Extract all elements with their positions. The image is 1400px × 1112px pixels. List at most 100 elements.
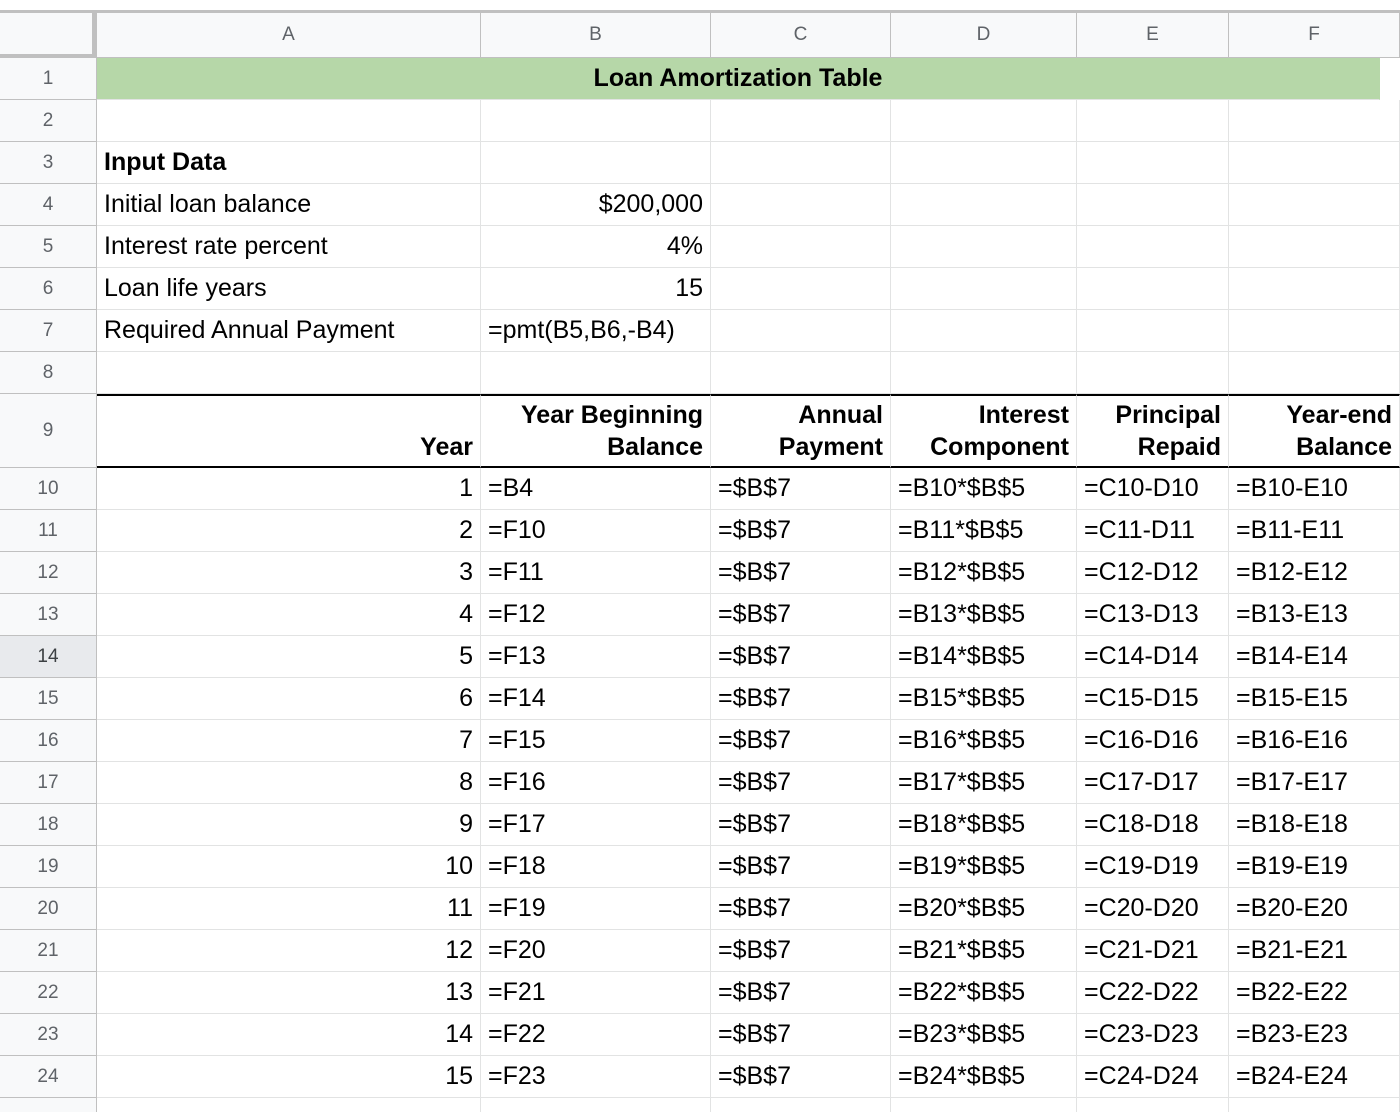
- formula-cell[interactable]: =C10-D10: [1077, 468, 1229, 510]
- formula-cell[interactable]: =$B$7: [711, 972, 891, 1014]
- cell[interactable]: [891, 268, 1077, 310]
- input-value[interactable]: $200,000: [481, 184, 711, 226]
- row-header-2[interactable]: 2: [0, 100, 97, 142]
- cell[interactable]: [711, 1098, 891, 1112]
- year-cell[interactable]: 9: [97, 804, 481, 846]
- table-header[interactable]: Annual Payment: [711, 394, 891, 468]
- cell[interactable]: [1077, 142, 1229, 184]
- input-label[interactable]: Loan life years: [97, 268, 481, 310]
- row-header-16[interactable]: 16: [0, 720, 97, 762]
- formula-cell[interactable]: =B16*$B$5: [891, 720, 1077, 762]
- formula-cell[interactable]: =B15-E15: [1229, 678, 1400, 720]
- formula-cell[interactable]: =$B$7: [711, 888, 891, 930]
- formula-cell[interactable]: =F14: [481, 678, 711, 720]
- row-header-10[interactable]: 10: [0, 468, 97, 510]
- formula-cell[interactable]: =B14-E14: [1229, 636, 1400, 678]
- formula-cell[interactable]: =B10*$B$5: [891, 468, 1077, 510]
- formula-cell[interactable]: =F19: [481, 888, 711, 930]
- cell[interactable]: [1077, 268, 1229, 310]
- formula-cell[interactable]: =C23-D23: [1077, 1014, 1229, 1056]
- formula-cell[interactable]: =F11: [481, 552, 711, 594]
- cell[interactable]: [1077, 352, 1229, 394]
- formula-cell[interactable]: =C14-D14: [1077, 636, 1229, 678]
- cell[interactable]: [1229, 352, 1400, 394]
- row-header-1[interactable]: 1: [0, 58, 97, 100]
- formula-cell[interactable]: =B13*$B$5: [891, 594, 1077, 636]
- row-header-5[interactable]: 5: [0, 226, 97, 268]
- year-cell[interactable]: 15: [97, 1056, 481, 1098]
- cell[interactable]: [1229, 142, 1400, 184]
- formula-cell[interactable]: =F21: [481, 972, 711, 1014]
- row-header-13[interactable]: 13: [0, 594, 97, 636]
- cell[interactable]: [891, 310, 1077, 352]
- formula-cell[interactable]: =$B$7: [711, 1056, 891, 1098]
- formula-cell[interactable]: =B14*$B$5: [891, 636, 1077, 678]
- year-cell[interactable]: 14: [97, 1014, 481, 1056]
- formula-cell[interactable]: =$B$7: [711, 720, 891, 762]
- formula-cell[interactable]: =B12*$B$5: [891, 552, 1077, 594]
- formula-cell[interactable]: =F18: [481, 846, 711, 888]
- formula-cell[interactable]: =C13-D13: [1077, 594, 1229, 636]
- cell[interactable]: [97, 352, 481, 394]
- formula-cell[interactable]: =B24*$B$5: [891, 1056, 1077, 1098]
- formula-cell[interactable]: =C22-D22: [1077, 972, 1229, 1014]
- year-cell[interactable]: 4: [97, 594, 481, 636]
- spreadsheet-grid[interactable]: A B C D E F 1 Loan Amortization Table 2 3 Input Da…: [0, 13, 1400, 1112]
- row-header-4[interactable]: 4: [0, 184, 97, 226]
- formula-cell[interactable]: =F23: [481, 1056, 711, 1098]
- row-header-7[interactable]: 7: [0, 310, 97, 352]
- table-header[interactable]: Year Beginning Balance: [481, 394, 711, 468]
- year-cell[interactable]: 3: [97, 552, 481, 594]
- formula-cell[interactable]: =$B$7: [711, 510, 891, 552]
- formula-cell[interactable]: =B16-E16: [1229, 720, 1400, 762]
- cell[interactable]: [891, 226, 1077, 268]
- formula-cell[interactable]: =B23-E23: [1229, 1014, 1400, 1056]
- formula-cell[interactable]: =B13-E13: [1229, 594, 1400, 636]
- cell[interactable]: [1229, 268, 1400, 310]
- cell[interactable]: [891, 142, 1077, 184]
- cell[interactable]: [711, 184, 891, 226]
- formula-cell[interactable]: =C11-D11: [1077, 510, 1229, 552]
- formula-cell[interactable]: =$B$7: [711, 468, 891, 510]
- row-header-21[interactable]: 21: [0, 930, 97, 972]
- formula-cell[interactable]: =F16: [481, 762, 711, 804]
- row-header-11[interactable]: 11: [0, 510, 97, 552]
- cell[interactable]: [1229, 100, 1400, 142]
- formula-cell[interactable]: =$B$7: [711, 636, 891, 678]
- row-header-22[interactable]: 22: [0, 972, 97, 1014]
- title-cell[interactable]: Loan Amortization Table: [97, 58, 1380, 100]
- input-value[interactable]: 4%: [481, 226, 711, 268]
- cell[interactable]: [481, 100, 711, 142]
- formula-cell[interactable]: =F15: [481, 720, 711, 762]
- row-header-12[interactable]: 12: [0, 552, 97, 594]
- cell[interactable]: [481, 1098, 711, 1112]
- cell[interactable]: [711, 352, 891, 394]
- formula-cell[interactable]: =$B$7: [711, 1014, 891, 1056]
- year-cell[interactable]: 5: [97, 636, 481, 678]
- formula-cell[interactable]: =B23*$B$5: [891, 1014, 1077, 1056]
- formula-cell[interactable]: =F13: [481, 636, 711, 678]
- input-data-heading[interactable]: Input Data: [97, 142, 481, 184]
- formula-cell[interactable]: =F17: [481, 804, 711, 846]
- cell[interactable]: [97, 100, 481, 142]
- formula-cell[interactable]: =B24-E24: [1229, 1056, 1400, 1098]
- cell[interactable]: [1077, 184, 1229, 226]
- cell[interactable]: [1077, 226, 1229, 268]
- formula-cell[interactable]: =B15*$B$5: [891, 678, 1077, 720]
- formula-cell[interactable]: =B10-E10: [1229, 468, 1400, 510]
- cell[interactable]: [1229, 310, 1400, 352]
- formula-cell[interactable]: =B20-E20: [1229, 888, 1400, 930]
- formula-cell[interactable]: =C20-D20: [1077, 888, 1229, 930]
- cell[interactable]: [891, 184, 1077, 226]
- formula-cell[interactable]: =$B$7: [711, 678, 891, 720]
- cell[interactable]: [1077, 1098, 1229, 1112]
- cell[interactable]: [1229, 184, 1400, 226]
- cell[interactable]: [711, 268, 891, 310]
- cell[interactable]: [1077, 310, 1229, 352]
- cell[interactable]: [711, 100, 891, 142]
- year-cell[interactable]: 8: [97, 762, 481, 804]
- formula-cell[interactable]: =F12: [481, 594, 711, 636]
- row-header-24[interactable]: 24: [0, 1056, 97, 1098]
- input-label[interactable]: Initial loan balance: [97, 184, 481, 226]
- row-header-9[interactable]: 9: [0, 394, 97, 468]
